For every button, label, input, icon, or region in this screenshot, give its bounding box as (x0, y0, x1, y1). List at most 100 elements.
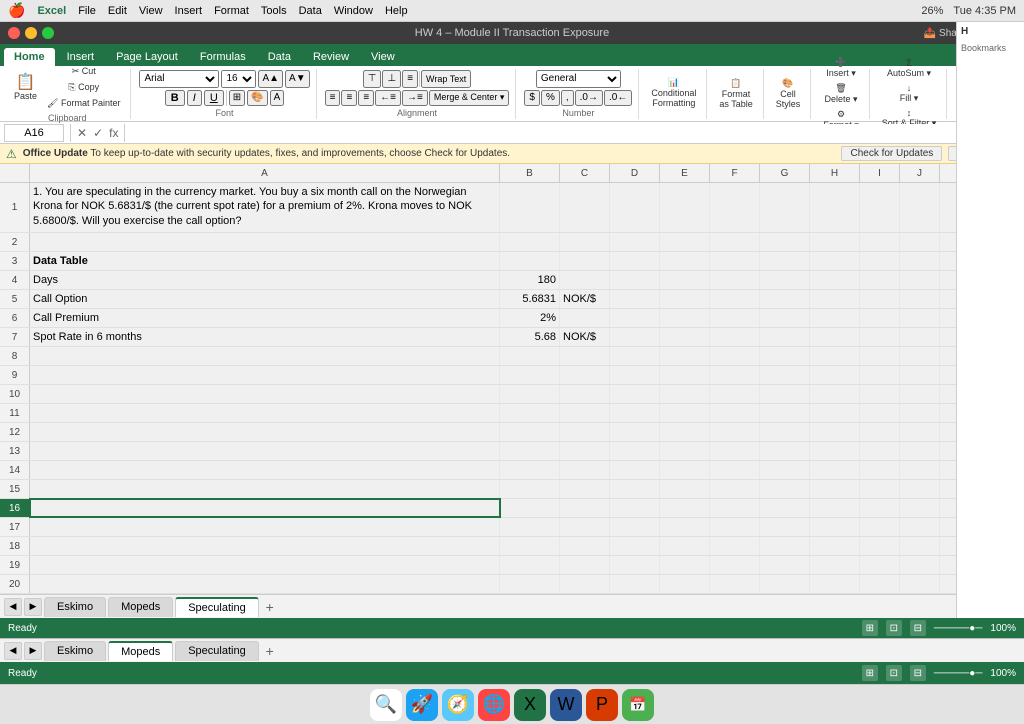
col-header-d[interactable]: D (610, 164, 660, 182)
cell-7B[interactable]: 5.68 (500, 328, 560, 346)
cell-16C[interactable] (560, 499, 610, 517)
cell-3I[interactable] (860, 252, 900, 270)
cell-15B[interactable] (500, 480, 560, 498)
view-menu-item[interactable]: View (139, 5, 163, 17)
col-header-h[interactable]: H (810, 164, 860, 182)
col-header-i[interactable]: I (860, 164, 900, 182)
sheet-tab-mopeds[interactable]: Mopeds (108, 597, 173, 617)
cell-1E[interactable] (660, 183, 710, 232)
cell-7J[interactable] (900, 328, 940, 346)
cell-2F[interactable] (710, 233, 760, 251)
align-middle-btn[interactable]: ⊥ (382, 70, 401, 88)
cell-12H[interactable] (810, 423, 860, 441)
cell-6I[interactable] (860, 309, 900, 327)
normal-view-btn[interactable]: ⊞ (862, 620, 878, 636)
cell-12I[interactable] (860, 423, 900, 441)
close-button[interactable] (8, 27, 20, 39)
cell-20A[interactable] (30, 575, 500, 593)
bottom-tab-eskimo[interactable]: Eskimo (44, 641, 106, 661)
cell-18G[interactable] (760, 537, 810, 555)
powerpoint-icon[interactable]: P (586, 689, 618, 721)
insert-cells-btn[interactable]: ➕Insert ▾ (822, 55, 860, 81)
cell-10F[interactable] (710, 385, 760, 403)
number-format-select[interactable]: General (536, 70, 621, 88)
cell-3J[interactable] (900, 252, 940, 270)
paste-button[interactable]: 📋 Paste (10, 73, 41, 103)
align-right-btn[interactable]: ≡ (358, 90, 374, 106)
file-menu-item[interactable]: File (78, 5, 96, 17)
tab-data[interactable]: Data (258, 48, 301, 66)
bottom-zoom-slider[interactable]: ─────●─ (934, 668, 983, 679)
align-top-btn[interactable]: ⊤ (363, 70, 382, 88)
cell-10I[interactable] (860, 385, 900, 403)
cell-1G[interactable] (760, 183, 810, 232)
cell-2C[interactable] (560, 233, 610, 251)
word-icon[interactable]: W (550, 689, 582, 721)
cell-14G[interactable] (760, 461, 810, 479)
cell-19H[interactable] (810, 556, 860, 574)
cell-13G[interactable] (760, 442, 810, 460)
wrap-text-btn[interactable]: Wrap Text (421, 70, 471, 88)
comma-btn[interactable]: , (561, 90, 574, 106)
cell-19D[interactable] (610, 556, 660, 574)
bottom-normal-view-btn[interactable]: ⊞ (862, 665, 878, 681)
cell-1J[interactable] (900, 183, 940, 232)
cell-9F[interactable] (710, 366, 760, 384)
cell-19B[interactable] (500, 556, 560, 574)
cell-18B[interactable] (500, 537, 560, 555)
cell-5J[interactable] (900, 290, 940, 308)
sheet-nav-right[interactable]: ▶ (24, 598, 42, 616)
currency-btn[interactable]: $ (524, 90, 540, 106)
minimize-button[interactable] (25, 27, 37, 39)
sheet-tab-speculating[interactable]: Speculating (175, 597, 259, 617)
cell-14H[interactable] (810, 461, 860, 479)
cell-17E[interactable] (660, 518, 710, 536)
cell-12A[interactable] (30, 423, 500, 441)
cell-9I[interactable] (860, 366, 900, 384)
cell-6D[interactable] (610, 309, 660, 327)
cell-15H[interactable] (810, 480, 860, 498)
cell-6H[interactable] (810, 309, 860, 327)
merge-center-btn[interactable]: Merge & Center ▾ (429, 90, 510, 106)
excel-dock-icon[interactable]: X (514, 689, 546, 721)
cell-styles-btn[interactable]: 🎨CellStyles (772, 76, 805, 111)
cell-20C[interactable] (560, 575, 610, 593)
increase-decimal-btn[interactable]: .0→ (575, 90, 603, 106)
cell-5E[interactable] (660, 290, 710, 308)
font-family-select[interactable]: Arial (139, 70, 219, 88)
bottom-tab-speculating[interactable]: Speculating (175, 641, 259, 661)
cell-3B[interactable] (500, 252, 560, 270)
cell-15D[interactable] (610, 480, 660, 498)
cell-9A[interactable] (30, 366, 500, 384)
cell-8I[interactable] (860, 347, 900, 365)
cell-5H[interactable] (810, 290, 860, 308)
calendar-icon[interactable]: 📅 (622, 689, 654, 721)
cell-11B[interactable] (500, 404, 560, 422)
cell-20F[interactable] (710, 575, 760, 593)
cell-18H[interactable] (810, 537, 860, 555)
maximize-button[interactable] (42, 27, 54, 39)
increase-font-btn[interactable]: A▲ (258, 70, 283, 88)
col-header-f[interactable]: F (710, 164, 760, 182)
cell-7D[interactable] (610, 328, 660, 346)
cell-19I[interactable] (860, 556, 900, 574)
col-header-e[interactable]: E (660, 164, 710, 182)
autosum-btn[interactable]: ΣAutoSum ▾ (883, 56, 935, 81)
cell-9B[interactable] (500, 366, 560, 384)
cell-6B[interactable]: 2% (500, 309, 560, 327)
cell-19E[interactable] (660, 556, 710, 574)
cell-1I[interactable] (860, 183, 900, 232)
cell-6J[interactable] (900, 309, 940, 327)
cell-5A[interactable]: Call Option (30, 290, 500, 308)
cell-18F[interactable] (710, 537, 760, 555)
cell-3H[interactable] (810, 252, 860, 270)
cell-19C[interactable] (560, 556, 610, 574)
cell-4B[interactable]: 180 (500, 271, 560, 289)
cell-11E[interactable] (660, 404, 710, 422)
cell-14J[interactable] (900, 461, 940, 479)
page-layout-view-btn[interactable]: ⊡ (886, 620, 902, 636)
cell-3D[interactable] (610, 252, 660, 270)
cell-20D[interactable] (610, 575, 660, 593)
cell-9J[interactable] (900, 366, 940, 384)
cell-1A[interactable]: 1. You are speculating in the currency m… (30, 183, 500, 232)
